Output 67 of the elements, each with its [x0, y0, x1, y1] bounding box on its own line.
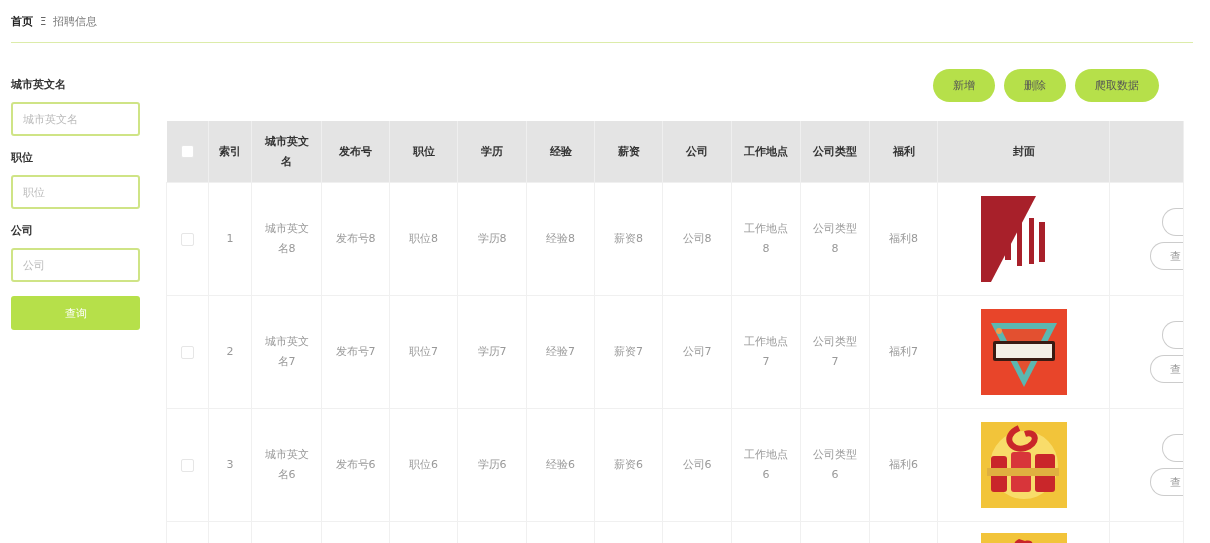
field-label: 公司: [11, 223, 34, 239]
table-cell: 福利6: [889, 458, 918, 471]
table-cell: 经验8: [546, 232, 575, 245]
table-cell: 薪资6: [614, 458, 643, 471]
table-cell: 经验7: [546, 345, 575, 358]
field-label: 城市英文名: [11, 77, 67, 93]
column-header: 福利: [892, 144, 915, 158]
column-header: 公司类型: [813, 144, 857, 158]
row-checkbox[interactable]: [181, 232, 194, 246]
table-cell: 1: [226, 232, 234, 245]
table-cell: 职位6: [409, 458, 438, 471]
table-cell: 职位8: [409, 232, 438, 245]
column-header: 工作地点: [744, 144, 788, 158]
table-cell: 薪资7: [614, 345, 643, 358]
column-header: 学历: [481, 144, 503, 158]
table-cell: 工作地点7: [744, 335, 788, 368]
table-cell: 职位7: [409, 345, 438, 358]
table-cell: 发布号8: [335, 232, 376, 245]
table-cell: 发布号7: [335, 345, 376, 358]
breadcrumb-link[interactable]: 招聘信息: [53, 13, 98, 29]
row-checkbox[interactable]: [181, 345, 194, 359]
table-cell: 学历8: [477, 232, 507, 245]
table-cell: 城市英文名6: [264, 448, 309, 481]
table-cell: 福利8: [889, 232, 918, 245]
toolbar-button[interactable]: 新增: [933, 69, 995, 102]
input-field[interactable]: 城市英文名: [11, 102, 140, 136]
action-button[interactable]: [1162, 208, 1183, 236]
column-header: 封面: [1012, 144, 1035, 158]
table-cell: 公司7: [682, 345, 712, 358]
column-header: 经验: [549, 144, 572, 158]
breadcrumb-separator: Ξ: [40, 15, 47, 27]
table-cell: 城市英文名7: [264, 335, 309, 368]
table-cell: 发布号6: [335, 458, 376, 471]
view-button[interactable]: 查: [1150, 242, 1183, 270]
column-header: 公司: [686, 144, 708, 158]
table-cell: 学历6: [477, 458, 507, 471]
column-header: 薪资: [617, 144, 640, 158]
table-cell: 工作地点8: [744, 222, 788, 255]
table-cell: 公司8: [682, 232, 712, 245]
table-cell: 工作地点6: [744, 448, 788, 481]
input-field[interactable]: 职位: [11, 175, 140, 209]
view-button[interactable]: 查: [1150, 355, 1183, 383]
table-cell: 2: [226, 345, 234, 358]
input-field[interactable]: 公司: [11, 248, 140, 282]
view-button[interactable]: 查: [1150, 468, 1183, 496]
action-button[interactable]: [1162, 434, 1183, 462]
table-cell: 公司类型7: [813, 335, 857, 368]
column-header: 索引: [219, 144, 241, 158]
table-cell: 公司类型6: [813, 448, 857, 481]
action-button[interactable]: [1162, 321, 1183, 349]
table-cell: 福利7: [889, 345, 918, 358]
column-header: 发布号: [339, 144, 372, 158]
table-cell: 经验6: [546, 458, 575, 471]
field-label: 职位: [11, 150, 34, 166]
column-header: 职位: [412, 144, 435, 158]
table-cell: 城市英文名8: [264, 222, 309, 255]
table-cell: 3: [226, 458, 234, 471]
toolbar-button[interactable]: 爬取数据: [1075, 69, 1159, 102]
table-cell: 薪资8: [614, 232, 643, 245]
table-cell: 公司类型8: [813, 222, 857, 255]
row-checkbox[interactable]: [181, 458, 194, 472]
breadcrumb-link[interactable]: 首页: [11, 13, 33, 29]
table-cell: 学历7: [477, 345, 507, 358]
column-header: 城市英文名: [264, 134, 309, 168]
toolbar-button[interactable]: 删除: [1004, 69, 1066, 102]
table-cell: 公司6: [682, 458, 712, 471]
select-all-checkbox[interactable]: [180, 145, 194, 158]
